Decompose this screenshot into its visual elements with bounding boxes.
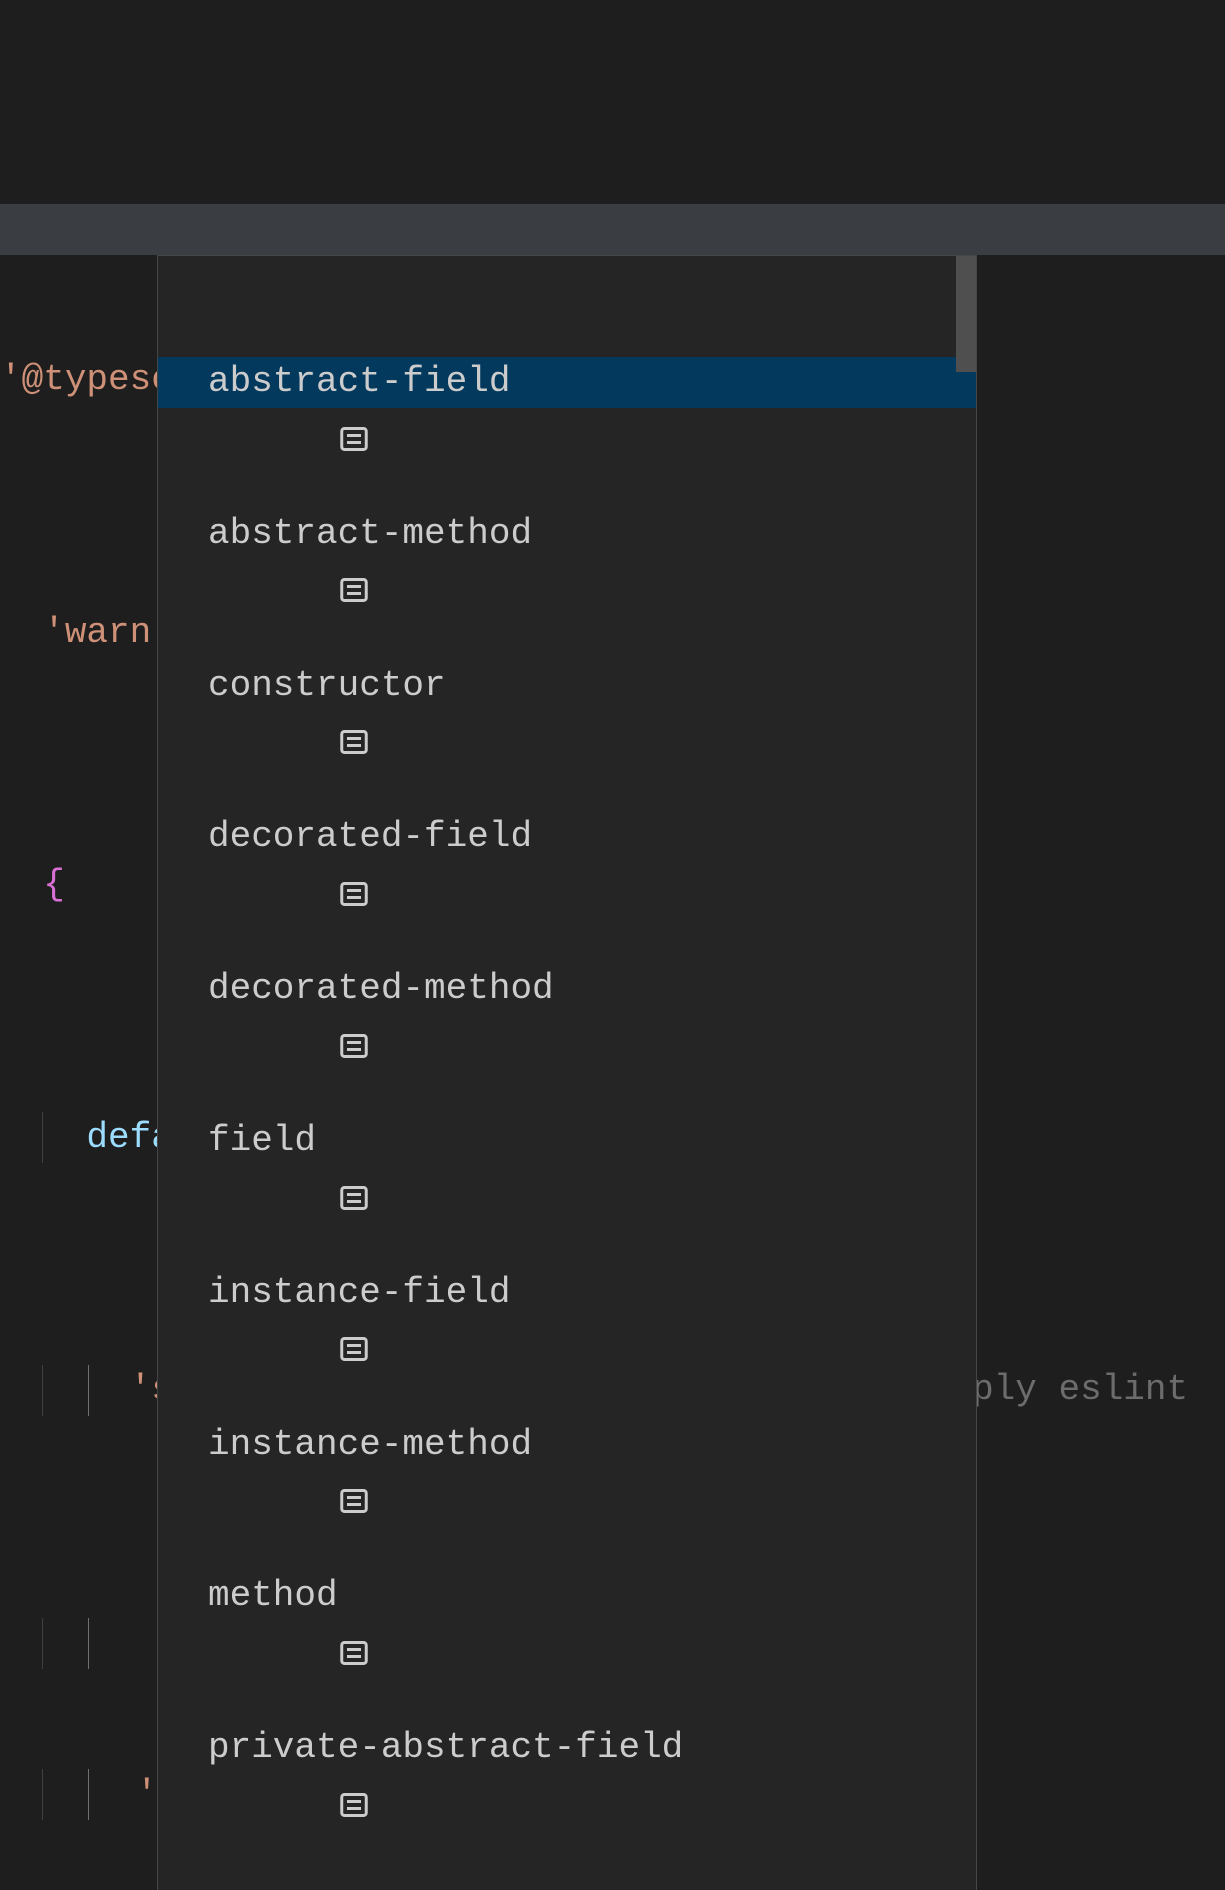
indent-guide <box>42 1618 43 1669</box>
open-brace: { <box>43 860 65 910</box>
indent-guide-active <box>88 1769 89 1820</box>
enum-member-icon <box>166 1127 196 1155</box>
autocomplete-item[interactable]: private-abstract-field <box>158 1723 976 1774</box>
string-value: warn <box>65 608 151 658</box>
autocomplete-item[interactable]: decorated-method <box>158 964 976 1015</box>
autocomplete-item[interactable]: instance-method <box>158 1419 976 1470</box>
autocomplete-item[interactable]: instance-field <box>158 1267 976 1318</box>
autocomplete-label: private-abstract-field <box>208 1723 683 1773</box>
enum-member-icon <box>166 368 196 396</box>
autocomplete-label: abstract-method <box>208 509 532 559</box>
autocomplete-label: method <box>208 1571 338 1621</box>
enum-member-icon <box>166 672 196 700</box>
enum-member-icon <box>166 975 196 1003</box>
enum-member-icon <box>166 1734 196 1762</box>
string-quote: ' <box>43 608 65 658</box>
autocomplete-popup[interactable]: abstract-field abstract-method construct… <box>157 255 977 1890</box>
indent-guide <box>42 1112 43 1163</box>
string-quote: ' <box>136 1770 158 1820</box>
enum-member-icon <box>166 824 196 852</box>
enum-member-icon <box>166 1279 196 1307</box>
enum-member-icon <box>166 1431 196 1459</box>
autocomplete-item[interactable]: abstract-method <box>158 509 976 560</box>
autocomplete-item[interactable]: abstract-field <box>158 357 976 408</box>
autocomplete-item[interactable]: decorated-field <box>158 812 976 863</box>
autocomplete-item[interactable]: field <box>158 1116 976 1167</box>
autocomplete-label: abstract-field <box>208 357 510 407</box>
indent-guide <box>42 1769 43 1820</box>
autocomplete-label: decorated-method <box>208 964 554 1014</box>
autocomplete-label: instance-field <box>208 1268 510 1318</box>
autocomplete-label: constructor <box>208 661 446 711</box>
enum-member-icon <box>166 1583 196 1611</box>
autocomplete-label: instance-method <box>208 1420 532 1470</box>
autocomplete-label: field <box>208 1116 316 1166</box>
string-quote: ' <box>130 1365 152 1415</box>
autocomplete-item[interactable]: method <box>158 1571 976 1622</box>
autocomplete-label: decorated-field <box>208 812 532 862</box>
indent-guide-active <box>88 1618 89 1669</box>
string-quote: ' <box>0 355 22 405</box>
autocomplete-item[interactable]: constructor <box>158 660 976 711</box>
enum-member-icon <box>166 520 196 548</box>
code-editor[interactable]: '@typescript-eslint/member-ordering': [ … <box>0 0 1225 1890</box>
autocomplete-scrollbar[interactable] <box>956 256 976 372</box>
